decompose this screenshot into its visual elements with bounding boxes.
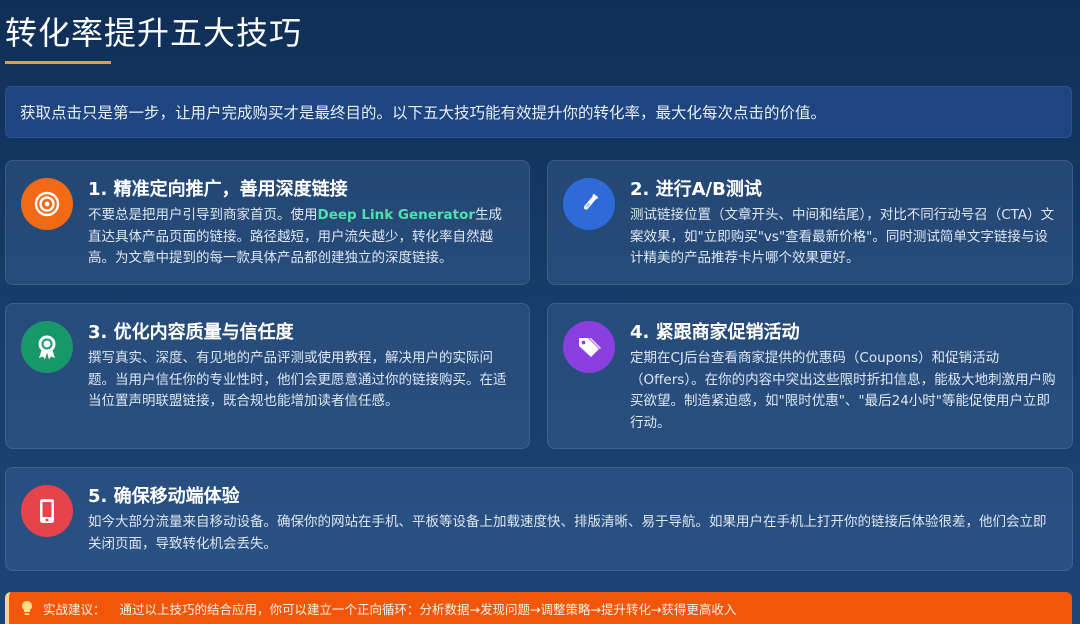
deep-link-generator-highlight: Deep Link Generator: [317, 207, 476, 223]
card-title: 5. 确保移动端体验: [88, 486, 240, 507]
card-title: 4. 紧跟商家促销活动: [630, 322, 800, 343]
intro-box: 获取点击只是第一步，让用户完成购买才是最终目的。以下五大技巧能有效提升你的转化率…: [5, 86, 1072, 138]
flask-icon: [563, 178, 615, 230]
award-icon: [21, 321, 73, 373]
tip-bar: 实战建议： 通过以上技巧的结合应用，你可以建立一个正向循环：分析数据→发现问题→…: [5, 592, 1072, 624]
card-title: 3. 优化内容质量与信任度: [88, 322, 294, 343]
card-title: 1. 精准定向推广，善用深度链接: [88, 179, 348, 200]
target-icon: [21, 178, 73, 230]
tip-text: 通过以上技巧的结合应用，你可以建立一个正向循环：分析数据→发现问题→调整策略→提…: [119, 601, 737, 617]
tip-card-ab-testing: 2. 进行A/B测试 测试链接位置（文章开头、中间和结尾），对比不同行动号召（C…: [547, 160, 1073, 285]
tags-icon: [563, 321, 615, 373]
card-body: 如今大部分流量来自移动设备。确保你的网站在手机、平板等设备上加载速度快、排版清晰…: [88, 514, 1047, 552]
card-body: 不要总是把用户引导到商家首页。使用Deep Link Generator生成直达…: [88, 207, 503, 266]
card-body: 定期在CJ后台查看商家提供的优惠码（Coupons）和促销活动（Offers）。…: [630, 350, 1056, 431]
tip-label: 实战建议：: [43, 601, 106, 617]
tip-card-deep-link: 1. 精准定向推广，善用深度链接 不要总是把用户引导到商家首页。使用Deep L…: [5, 160, 530, 285]
card-body: 测试链接位置（文章开头、中间和结尾），对比不同行动号召（CTA）文案效果，如"立…: [630, 207, 1055, 266]
lightbulb-icon: [21, 600, 33, 616]
mobile-icon: [21, 485, 73, 537]
card-body: 撰写真实、深度、有见地的产品评测或使用教程，解决用户的实际问题。当用户信任你的专…: [88, 350, 507, 409]
tip-card-mobile: 5. 确保移动端体验 如今大部分流量来自移动设备。确保你的网站在手机、平板等设备…: [5, 467, 1073, 571]
card-title: 2. 进行A/B测试: [630, 179, 762, 200]
title-underline: [5, 61, 111, 64]
intro-text: 获取点击只是第一步，让用户完成购买才是最终目的。以下五大技巧能有效提升你的转化率…: [20, 104, 827, 122]
page-title: 转化率提升五大技巧: [5, 14, 303, 52]
tip-card-content-quality: 3. 优化内容质量与信任度 撰写真实、深度、有见地的产品评测或使用教程，解决用户…: [5, 303, 530, 449]
tip-card-promotions: 4. 紧跟商家促销活动 定期在CJ后台查看商家提供的优惠码（Coupons）和促…: [547, 303, 1073, 449]
